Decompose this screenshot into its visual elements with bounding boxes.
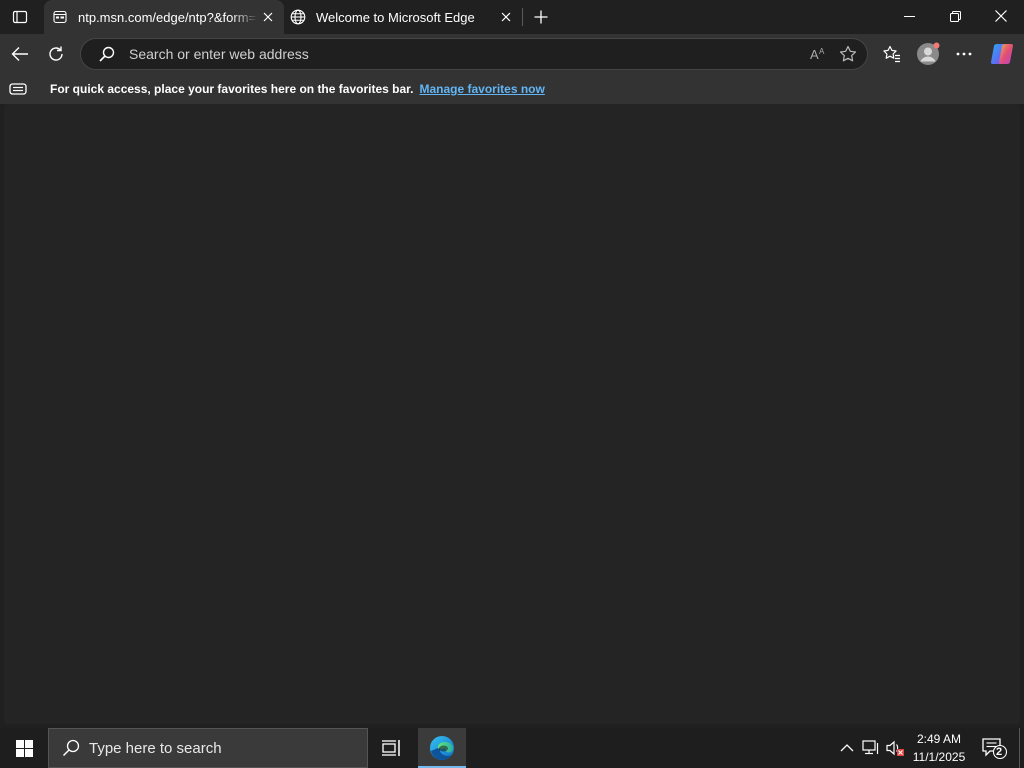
favorites-bar: For quick access, place your favorites h…	[0, 74, 1024, 104]
tab-ntp[interactable]: ntp.msn.com/edge/ntp?&form=MY02HS	[44, 0, 284, 34]
plus-icon	[534, 10, 548, 24]
tab-welcome[interactable]: Welcome to Microsoft Edge	[284, 0, 522, 34]
taskbar-search-input[interactable]	[89, 739, 349, 757]
restore-icon	[949, 10, 961, 22]
new-tab-button[interactable]	[528, 4, 554, 30]
volume-button[interactable]	[884, 728, 906, 768]
tab-actions-icon	[12, 10, 28, 24]
close-icon	[995, 10, 1007, 22]
back-arrow-icon	[11, 47, 28, 61]
taskbar: 2:49 AM 11/1/2025 2	[0, 728, 1024, 768]
minimize-icon	[903, 15, 915, 17]
task-view-icon	[382, 740, 400, 756]
task-view-button[interactable]	[368, 728, 416, 768]
clock-date: 11/1/2025	[912, 750, 966, 764]
svg-text:A: A	[819, 47, 825, 56]
clock-time: 2:49 AM	[916, 732, 962, 746]
refresh-icon	[49, 46, 63, 61]
taskbar-clock[interactable]: 2:49 AM 11/1/2025	[906, 730, 972, 766]
refresh-button[interactable]	[40, 38, 72, 70]
profile-button[interactable]	[912, 38, 944, 70]
back-button[interactable]	[4, 38, 36, 70]
globe-icon	[290, 9, 306, 25]
copilot-button[interactable]	[986, 38, 1018, 70]
avatar-icon	[917, 42, 940, 65]
favorites-bar-icon	[8, 79, 28, 99]
address-input[interactable]	[129, 46, 803, 62]
address-bar[interactable]: AA	[80, 38, 868, 70]
volume-muted-icon	[886, 740, 904, 756]
notification-count-badge: 2	[995, 746, 1003, 758]
tab-actions-button[interactable]	[6, 4, 34, 30]
manage-favorites-link[interactable]: Manage favorites now	[419, 82, 544, 96]
search-icon	[97, 44, 117, 64]
close-tab-icon[interactable]	[258, 7, 278, 27]
more-icon	[956, 52, 972, 56]
newtab-page-icon	[52, 9, 68, 25]
read-aloud-icon[interactable]: AA	[803, 39, 833, 69]
minimize-button[interactable]	[886, 0, 932, 32]
settings-and-more-button[interactable]	[948, 38, 980, 70]
show-hidden-icons-button[interactable]	[836, 728, 858, 768]
add-favorite-star-icon[interactable]	[833, 39, 863, 69]
restore-button[interactable]	[932, 0, 978, 32]
favorites-button[interactable]	[876, 38, 908, 70]
tab-title: Welcome to Microsoft Edge	[316, 9, 475, 25]
navigation-toolbar: AA	[0, 34, 1024, 74]
svg-text:A: A	[810, 47, 819, 62]
edge-logo-icon	[430, 736, 454, 760]
windows-logo-icon	[15, 739, 33, 757]
show-desktop-button[interactable]	[1019, 728, 1024, 768]
chevron-up-icon	[840, 744, 854, 752]
tab-strip: ntp.msn.com/edge/ntp?&form=MY02HS Welcom…	[0, 0, 1024, 34]
close-window-button[interactable]	[978, 0, 1024, 32]
start-button[interactable]	[0, 728, 48, 768]
taskbar-edge-button[interactable]	[418, 728, 466, 768]
search-icon	[61, 738, 81, 758]
favorites-icon	[883, 45, 900, 63]
taskbar-search-box[interactable]	[48, 728, 368, 768]
close-tab-icon[interactable]	[496, 7, 516, 27]
page-content[interactable]	[4, 104, 1020, 724]
favorites-bar-message: For quick access, place your favorites h…	[50, 82, 414, 96]
tab-title: ntp.msn.com/edge/ntp?&form=MY02HS	[78, 9, 258, 25]
tab-separator	[522, 8, 523, 26]
copilot-icon	[990, 44, 1014, 64]
network-icon	[862, 740, 879, 755]
network-button[interactable]	[860, 728, 882, 768]
